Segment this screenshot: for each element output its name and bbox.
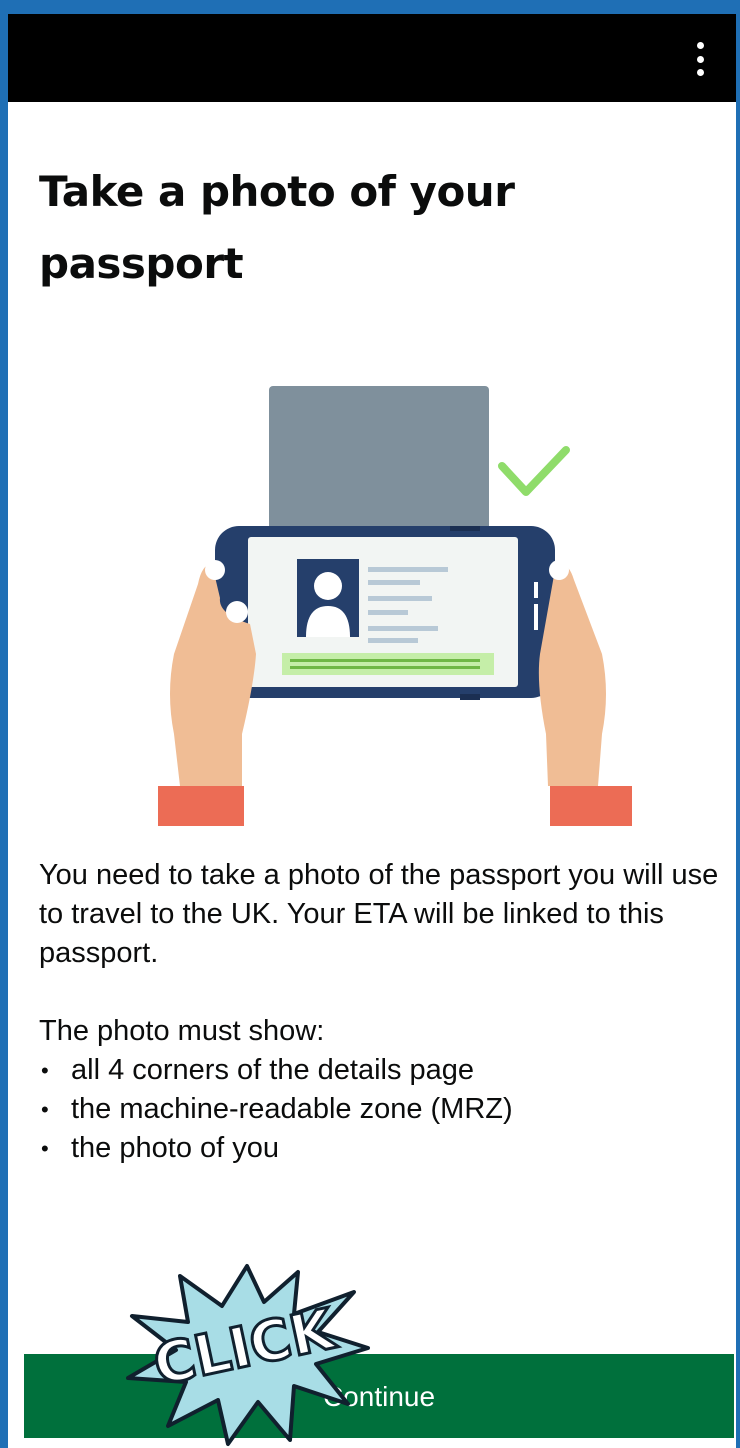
bullet: • [41,1058,49,1083]
requirements-list: • all 4 corners of the details page • th… [39,1051,729,1168]
app-screen: Take a photo of your passport You need t… [8,14,736,1448]
list-item: • the machine-readable zone (MRZ) [39,1090,729,1129]
right-sleeve [550,786,632,826]
requirement-text: the photo of you [71,1132,279,1164]
bullet: • [41,1136,49,1161]
mrz-zone [282,653,494,675]
passport-scan-illustration [158,386,632,826]
requirements-heading: The photo must show: [39,1015,325,1047]
more-vertical-icon[interactable] [692,42,708,76]
list-item: • the photo of you [39,1129,729,1168]
page-title: Take a photo of your passport [39,167,515,288]
requirement-text: all 4 corners of the details page [71,1054,475,1086]
bullet: • [41,1097,49,1122]
left-sleeve [158,786,244,826]
intro-paragraph: You need to take a photo of the passport… [39,859,719,969]
checkmark-icon [498,446,570,496]
click-burst-sticker: CLICK [126,1264,370,1446]
list-item: • all 4 corners of the details page [39,1051,729,1090]
top-bar [8,14,736,102]
requirement-text: the machine-readable zone (MRZ) [71,1093,513,1125]
instructions: You need to take a photo of the passport… [39,856,729,1168]
